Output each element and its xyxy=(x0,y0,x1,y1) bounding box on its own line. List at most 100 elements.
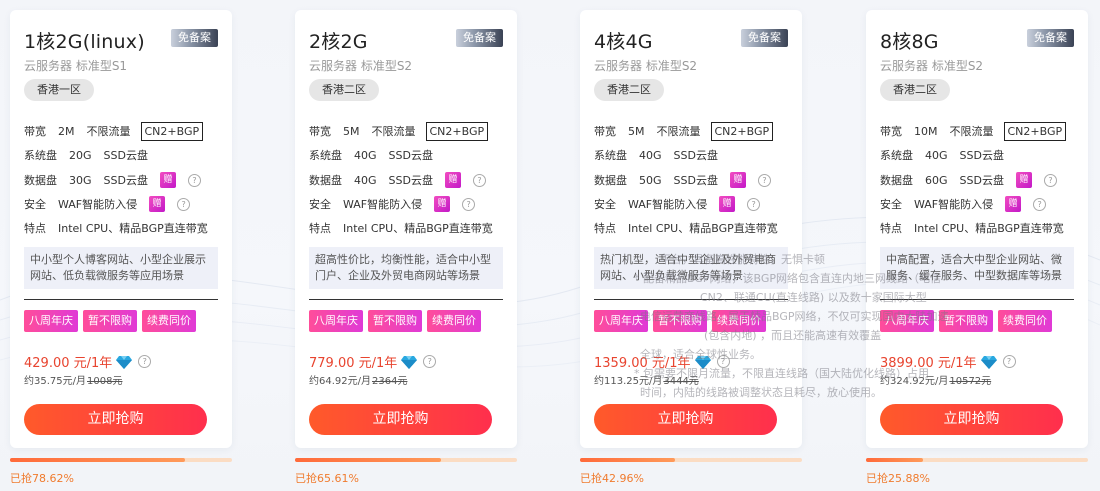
spec-value: Intel CPU、精品BGP直连带宽 xyxy=(58,222,208,235)
card-description: 中小型个人博客网站、小型企业展示网站、低负载微服务等应用场景 xyxy=(24,247,218,289)
cn2-bgp-tag: CN2+BGP xyxy=(140,121,204,141)
product-card: 2核2G 免备案 云服务器 标准型S2 香港二区 带宽 5M 不限流量 CN2+BGP 系统盘 4… xyxy=(295,10,517,448)
spec-value: 40G xyxy=(639,148,662,162)
spec-extra: 不限流量 xyxy=(949,125,994,138)
gift-badge: 赠 xyxy=(434,196,451,212)
promo-tags: 八周年庆 暂不限购 续费同价 xyxy=(24,310,201,332)
spec-value: 2M xyxy=(58,124,75,138)
region-chip[interactable]: 香港一区 xyxy=(24,79,94,101)
buy-now-button[interactable]: 立即抢购 xyxy=(309,404,492,435)
spec-value: Intel CPU、精品BGP直连带宽 xyxy=(914,222,1064,235)
spec-type: SSD云盘 xyxy=(103,174,148,187)
question-mark-icon[interactable]: ? xyxy=(716,355,730,368)
promo-tag: 八周年庆 xyxy=(594,310,648,332)
original-price: 10572元 xyxy=(949,376,992,387)
question-mark-icon[interactable]: ? xyxy=(472,173,486,187)
spec-extra: 不限流量 xyxy=(86,125,131,138)
price-row: 1359.00 元/1年? xyxy=(594,352,730,371)
promo-tag: 暂不限购 xyxy=(939,310,993,332)
spec-label: 安全 xyxy=(309,198,331,211)
card-title: 4核4G xyxy=(594,31,653,53)
question-mark-icon[interactable]: ? xyxy=(747,197,761,211)
promo-tag: 暂不限购 xyxy=(368,310,422,332)
sales-progress-fill xyxy=(295,458,441,462)
spec-row-bandwidth: 带宽 5M 不限流量 CN2+BGP xyxy=(594,121,774,141)
spec-value: WAF智能防入侵 xyxy=(628,198,708,211)
sales-progress-fill xyxy=(10,458,185,462)
question-mark-icon[interactable]: ? xyxy=(1033,197,1047,211)
spec-row-bandwidth: 带宽 10M 不限流量 CN2+BGP xyxy=(880,121,1067,141)
sales-progress-bar xyxy=(10,458,232,462)
product-card: 4核4G 免备案云服务器 标准型S2 香港二区带宽 5M 不限流量 CN2+BGP 系统盘 4… xyxy=(580,10,802,448)
spec-value: WAF智能防入侵 xyxy=(914,198,994,211)
spec-row-security: 安全 WAF智能防入侵赠? xyxy=(880,194,1047,214)
region-chip[interactable]: 香港二区 xyxy=(880,79,950,101)
question-mark-icon[interactable]: ? xyxy=(462,197,476,211)
no-filing-badge: 免备案 xyxy=(171,29,218,47)
divider xyxy=(880,299,1074,300)
spec-label: 安全 xyxy=(24,198,46,211)
sales-progress-label: 已抢42.96% xyxy=(580,472,644,485)
spec-value: 50G xyxy=(639,173,662,187)
original-price: 1008元 xyxy=(87,376,123,387)
spec-row-system-disk: 系统盘 20G SSD云盘 xyxy=(24,145,160,165)
card-description: 热门机型，适合中型企业及外贸电商网站、小型负载微服务等场景 xyxy=(594,247,788,289)
spec-row-data-disk: 数据盘 50G SSD云盘赠? xyxy=(594,170,771,190)
spec-label: 系统盘 xyxy=(594,149,627,162)
spec-row-feature: 特点 Intel CPU、精品BGP直连带宽 xyxy=(880,218,1076,238)
spec-label: 系统盘 xyxy=(309,149,342,162)
spec-row-feature: 特点 Intel CPU、精品BGP直连带宽 xyxy=(24,218,220,238)
spec-type: SSD云盘 xyxy=(673,174,718,187)
region-chip[interactable]: 香港二区 xyxy=(309,79,379,101)
spec-extra: 不限流量 xyxy=(371,125,416,138)
question-mark-icon[interactable]: ? xyxy=(138,355,152,368)
spec-label: 数据盘 xyxy=(880,174,913,187)
spec-label: 带宽 xyxy=(24,125,46,138)
promo-tag: 续费同价 xyxy=(427,310,481,332)
spec-label: 带宽 xyxy=(309,125,331,138)
question-mark-icon[interactable]: ? xyxy=(177,197,191,211)
buy-now-button[interactable]: 立即抢购 xyxy=(594,404,777,435)
spec-row-data-disk: 数据盘 60G SSD云盘赠? xyxy=(880,170,1057,190)
spec-value: WAF智能防入侵 xyxy=(58,198,138,211)
region-chip[interactable]: 香港二区 xyxy=(594,79,664,101)
spec-row-feature: 特点 Intel CPU、精品BGP直连带宽 xyxy=(594,218,790,238)
spec-label: 特点 xyxy=(309,222,331,235)
diamond-icon xyxy=(116,355,133,369)
question-mark-icon[interactable]: ? xyxy=(1043,173,1057,187)
question-mark-icon[interactable]: ? xyxy=(757,173,771,187)
buy-now-button[interactable]: 立即抢购 xyxy=(880,404,1063,435)
no-filing-badge: 免备案 xyxy=(1027,29,1074,47)
buy-now-button[interactable]: 立即抢购 xyxy=(24,404,207,435)
promo-tag: 暂不限购 xyxy=(83,310,137,332)
spec-value: 40G xyxy=(925,148,948,162)
sales-progress-bar xyxy=(295,458,517,462)
spec-label: 安全 xyxy=(880,198,902,211)
spec-type: SSD云盘 xyxy=(103,149,148,162)
gift-badge: 赠 xyxy=(159,172,176,188)
monthly-price-value: 约35.75元/月 xyxy=(24,376,86,387)
card-subtitle: 云服务器 标准型S2 xyxy=(309,59,413,73)
spec-label: 数据盘 xyxy=(594,174,627,187)
price-row: 3899.00 元/1年? xyxy=(880,352,1016,371)
spec-extra: 不限流量 xyxy=(656,125,701,138)
promo-tag: 续费同价 xyxy=(998,310,1052,332)
question-mark-icon[interactable]: ? xyxy=(1002,355,1016,368)
spec-type: SSD云盘 xyxy=(388,149,433,162)
card-title: 8核8G xyxy=(880,31,939,53)
no-filing-badge: 免备案 xyxy=(456,29,503,47)
card-subtitle: 云服务器 标准型S2 xyxy=(880,59,984,73)
no-filing-badge: 免备案 xyxy=(741,29,788,47)
spec-label: 安全 xyxy=(594,198,616,211)
question-mark-icon[interactable]: ? xyxy=(187,173,201,187)
card-subtitle: 云服务器 标准型S2 xyxy=(594,59,698,73)
promo-tags: 八周年庆 暂不限购 续费同价 xyxy=(880,310,1057,332)
price-row: 429.00 元/1年? xyxy=(24,352,152,371)
sales-progress-bar xyxy=(866,458,1088,462)
monthly-price: 约113.25元/月3444元 xyxy=(594,372,699,387)
spec-row-system-disk: 系统盘 40G SSD云盘 xyxy=(880,145,1016,165)
sales-progress-fill xyxy=(866,458,924,462)
cn2-bgp-tag: CN2+BGP xyxy=(425,121,489,141)
question-mark-icon[interactable]: ? xyxy=(423,355,437,368)
promo-tags: 八周年庆 暂不限购 续费同价 xyxy=(309,310,486,332)
